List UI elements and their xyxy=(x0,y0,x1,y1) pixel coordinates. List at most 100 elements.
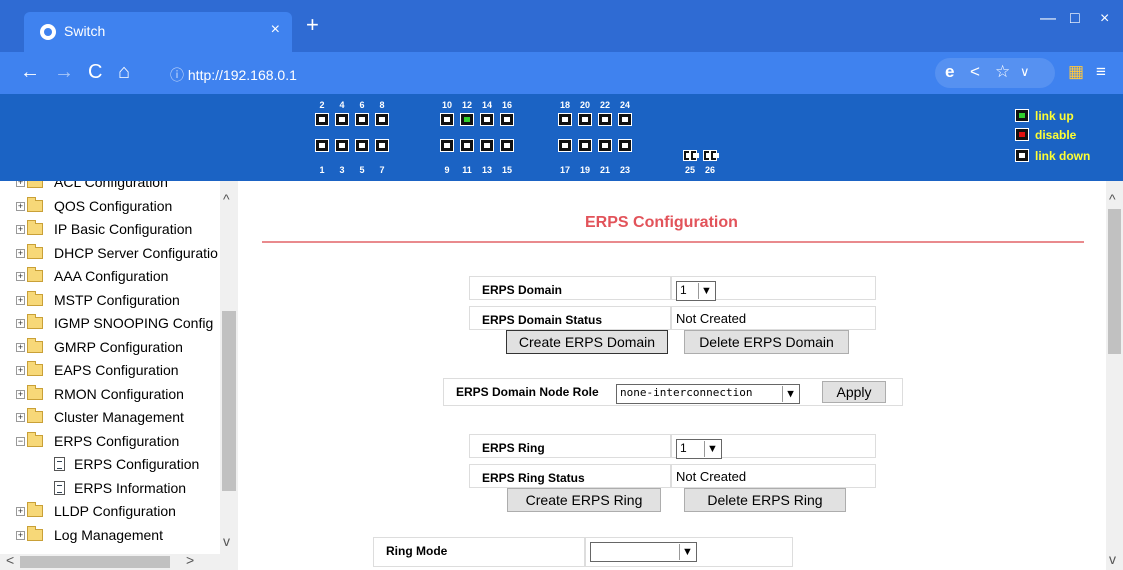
erps-ring-select[interactable]: 1 ▼ xyxy=(676,439,722,459)
tree-item-label[interactable]: RMON Configuration xyxy=(54,386,184,402)
port-7-icon[interactable] xyxy=(375,139,389,152)
main-scroll-thumb[interactable] xyxy=(1108,209,1121,354)
sidebar-scroll-thumb[interactable] xyxy=(222,311,236,491)
tree-item-label[interactable]: QOS Configuration xyxy=(54,198,172,214)
port-13-icon[interactable] xyxy=(480,139,494,152)
port-14-icon[interactable] xyxy=(480,113,494,126)
port-5-icon[interactable] xyxy=(355,139,369,152)
create-erps-domain-button[interactable]: Create ERPS Domain xyxy=(506,330,668,354)
port-15-icon[interactable] xyxy=(500,139,514,152)
share-icon[interactable]: < xyxy=(970,62,980,82)
port-8-icon[interactable] xyxy=(375,113,389,126)
reload-icon[interactable]: C xyxy=(88,60,102,84)
new-tab-button[interactable]: + xyxy=(306,14,319,36)
tree-item-label[interactable]: MSTP Configuration xyxy=(54,292,180,308)
port-11-icon[interactable] xyxy=(460,139,474,152)
scroll-left-icon[interactable]: < xyxy=(6,552,14,568)
expand-icon[interactable]: + xyxy=(16,181,25,187)
tree-item-label[interactable]: ERPS Configuration xyxy=(54,433,179,449)
main-vertical-scrollbar[interactable]: ^ v xyxy=(1106,181,1123,570)
tree-item-label[interactable]: ERPS Information xyxy=(74,480,186,496)
scroll-down-icon[interactable]: v xyxy=(1109,551,1116,567)
close-window-icon[interactable]: × xyxy=(1100,10,1109,28)
expand-icon[interactable]: + xyxy=(16,201,25,211)
tree-item-label[interactable]: DHCP Server Configuratio xyxy=(54,245,218,261)
minimize-icon[interactable]: — xyxy=(1040,10,1056,28)
sidebar-hscroll-thumb[interactable] xyxy=(20,556,170,568)
port-6-icon[interactable] xyxy=(355,113,369,126)
menu-icon[interactable]: ≡ xyxy=(1096,62,1106,82)
chevron-down-icon[interactable]: ∨ xyxy=(1020,64,1030,80)
scroll-up-icon[interactable]: ^ xyxy=(1109,191,1116,207)
tree-item-label[interactable]: Cluster Management xyxy=(54,409,184,425)
expand-icon[interactable]: + xyxy=(16,413,25,422)
back-arrow-icon[interactable]: ← xyxy=(20,60,40,84)
erps-domain-select[interactable]: 1 ▼ xyxy=(676,281,716,301)
tree-item-label[interactable]: Log Management xyxy=(54,527,163,543)
sfp-port-26-icon[interactable] xyxy=(710,150,719,161)
sidebar-horizontal-scrollbar[interactable]: < > xyxy=(0,552,220,570)
port-9-icon[interactable] xyxy=(440,139,454,152)
port-18-icon[interactable] xyxy=(558,113,572,126)
expand-icon[interactable]: + xyxy=(16,342,25,352)
delete-erps-domain-button[interactable]: Delete ERPS Domain xyxy=(684,330,849,354)
expand-icon[interactable]: + xyxy=(16,389,25,399)
scroll-right-icon[interactable]: > xyxy=(186,552,194,568)
tree-item-label[interactable]: EAPS Configuration xyxy=(54,362,179,378)
create-erps-ring-button[interactable]: Create ERPS Ring xyxy=(507,488,661,512)
scroll-up-icon[interactable]: ^ xyxy=(223,191,230,207)
expand-icon[interactable]: + xyxy=(16,507,25,516)
port-12-icon[interactable] xyxy=(460,113,474,126)
browser-tab[interactable]: Switch × xyxy=(24,12,292,52)
expand-icon[interactable]: + xyxy=(16,366,25,375)
tab-close-icon[interactable]: × xyxy=(271,21,280,39)
tree-item-label[interactable]: IGMP SNOOPING Config xyxy=(54,315,213,331)
port-1-icon[interactable] xyxy=(315,139,329,152)
sfp-port-26-icon[interactable] xyxy=(703,150,712,161)
node-role-select[interactable]: none-interconnection ▼ xyxy=(616,384,800,404)
sidebar-vertical-scrollbar[interactable]: ^ v xyxy=(220,181,238,570)
forward-arrow-icon[interactable]: → xyxy=(54,60,74,84)
legend-disable-label: disable xyxy=(1035,128,1077,142)
expand-icon[interactable]: + xyxy=(16,248,25,258)
ring-mode-select[interactable]: ▼ xyxy=(590,542,697,562)
tree-item-label[interactable]: LLDP Configuration xyxy=(54,503,176,519)
expand-icon[interactable]: + xyxy=(16,319,25,328)
port-10-icon[interactable] xyxy=(440,113,454,126)
port-23-icon[interactable] xyxy=(618,139,632,152)
url-field[interactable]: ⓘ http://192.168.0.1 xyxy=(160,58,860,88)
port-number-22: 22 xyxy=(599,100,610,110)
expand-icon[interactable]: + xyxy=(16,225,25,234)
sfp-port-25-icon[interactable] xyxy=(690,150,699,161)
maximize-icon[interactable]: □ xyxy=(1070,10,1080,28)
port-24-icon[interactable] xyxy=(618,113,632,126)
port-17-icon[interactable] xyxy=(558,139,572,152)
port-19-icon[interactable] xyxy=(578,139,592,152)
expand-icon[interactable]: + xyxy=(16,530,25,540)
tree-item-label[interactable]: GMRP Configuration xyxy=(54,339,183,355)
port-21-icon[interactable] xyxy=(598,139,612,152)
collapse-icon[interactable]: − xyxy=(16,436,25,446)
sfp-port-25-icon[interactable] xyxy=(683,150,692,161)
star-icon[interactable]: ☆ xyxy=(995,62,1010,82)
ie-mode-icon[interactable]: e xyxy=(945,62,954,82)
port-16-icon[interactable] xyxy=(500,113,514,126)
tree-item-label[interactable]: AAA Configuration xyxy=(54,268,168,284)
tree-item-label[interactable]: IP Basic Configuration xyxy=(54,221,192,237)
tree-item-label[interactable]: ACL Configuration xyxy=(54,181,168,190)
folder-icon xyxy=(27,267,43,282)
apps-icon[interactable]: ▦ xyxy=(1068,62,1084,82)
expand-icon[interactable]: + xyxy=(16,295,25,305)
port-4-icon[interactable] xyxy=(335,113,349,126)
delete-erps-ring-button[interactable]: Delete ERPS Ring xyxy=(684,488,846,512)
erps-ring-value: 1 xyxy=(680,441,687,455)
tree-item-label[interactable]: ERPS Configuration xyxy=(74,456,199,472)
port-2-icon[interactable] xyxy=(315,113,329,126)
home-icon[interactable]: ⌂ xyxy=(118,60,130,84)
expand-icon[interactable]: + xyxy=(16,272,25,281)
port-22-icon[interactable] xyxy=(598,113,612,126)
port-20-icon[interactable] xyxy=(578,113,592,126)
apply-button[interactable]: Apply xyxy=(822,381,886,403)
port-3-icon[interactable] xyxy=(335,139,349,152)
scroll-down-icon[interactable]: v xyxy=(223,533,230,549)
